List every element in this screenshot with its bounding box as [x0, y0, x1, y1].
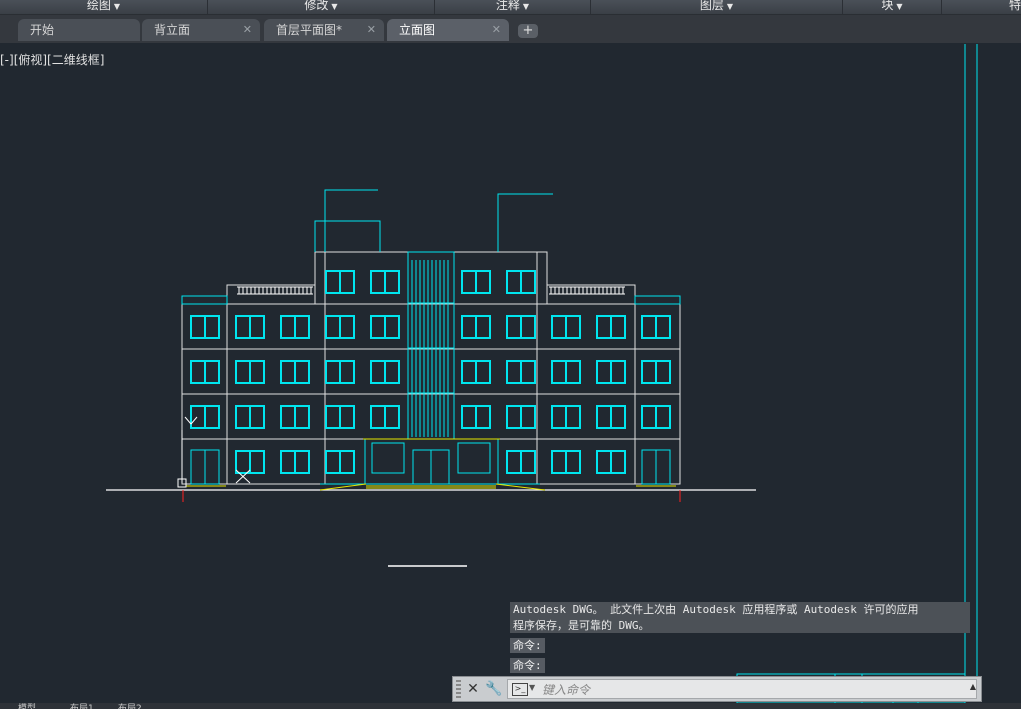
ribbon-panel-label: 块: [881, 0, 894, 12]
ribbon-panel-label: 绘图: [86, 0, 111, 12]
tab-label: 立面图: [399, 23, 436, 37]
chevron-down-icon[interactable]: ▼: [529, 683, 535, 692]
close-icon[interactable]: ✕: [463, 680, 483, 698]
baluster-group: [238, 287, 624, 294]
ribbon-panel-label: 注释: [495, 0, 520, 12]
ribbon-panel-annotate[interactable]: 注释 ▼: [435, 0, 591, 14]
ribbon-panel-block[interactable]: 块 ▼: [843, 0, 942, 14]
layout-tab-1[interactable]: 布局1: [70, 703, 94, 709]
layout-tab-2[interactable]: 布局2: [118, 703, 142, 709]
plus-icon: +: [522, 23, 534, 38]
new-tab-button[interactable]: +: [518, 24, 538, 38]
ribbon-panel-label: 修改: [304, 0, 329, 12]
tab-back-elevation[interactable]: 背立面 ✕: [142, 19, 260, 41]
command-prompt: 命令:: [510, 658, 545, 673]
close-icon[interactable]: ✕: [492, 19, 501, 41]
status-bar: [0, 703, 1021, 709]
upper-block: [314, 251, 548, 305]
ribbon-panel-bar: 绘图 ▼ 修改 ▼ 注释 ▼ 图层 ▼ 块 ▼ 特: [0, 0, 1021, 15]
file-tab-bar: 开始 背立面 ✕ 首层平面图* ✕ 立面图 ✕ +: [0, 15, 1021, 43]
scroll-up-icon[interactable]: ▲: [967, 679, 979, 695]
command-history-line: 程序保存，是可靠的 DWG。: [513, 619, 650, 632]
stair-slats: [408, 260, 454, 437]
ribbon-panel-layers[interactable]: 图层 ▼: [591, 0, 843, 14]
chevron-down-icon: ▼: [522, 2, 530, 11]
ribbon-panel-label: 特: [1008, 0, 1021, 12]
wrench-icon[interactable]: 🔧: [484, 680, 504, 698]
ribbon-panel-draw[interactable]: 绘图 ▼: [0, 0, 208, 14]
tab-ground-floor-plan[interactable]: 首层平面图* ✕: [264, 19, 384, 41]
window-group: [190, 270, 671, 474]
tab-start[interactable]: 开始: [18, 19, 140, 41]
ribbon-panel-properties[interactable]: 特: [942, 0, 1021, 14]
command-input[interactable]: >_ ▼ 键入命令: [507, 679, 977, 699]
tab-label: 背立面: [154, 23, 191, 37]
command-prompt: 命令:: [510, 638, 545, 653]
drag-handle-icon[interactable]: [456, 680, 461, 698]
chevron-down-icon: ▼: [331, 2, 338, 11]
chevron-down-icon: ▼: [113, 2, 121, 11]
stair-tower: [407, 251, 455, 440]
command-input-placeholder: 键入命令: [542, 683, 591, 697]
command-history: Autodesk DWG。 此文件上次由 Autodesk 应用程序或 Auto…: [510, 602, 970, 633]
tab-label: 开始: [30, 23, 55, 37]
close-icon[interactable]: ✕: [243, 19, 252, 41]
command-prompt-icon[interactable]: >_: [512, 683, 528, 696]
tab-elevation[interactable]: 立面图 ✕: [387, 19, 509, 41]
chevron-down-icon: ▼: [726, 2, 734, 11]
command-history-line: Autodesk DWG。 此文件上次由 Autodesk 应用程序或 Auto…: [513, 603, 919, 616]
close-icon[interactable]: ✕: [367, 19, 376, 41]
tab-label: 首层平面图*: [276, 23, 343, 37]
axis-markers: [182, 490, 681, 502]
ribbon-panel-modify[interactable]: 修改 ▼: [208, 0, 435, 14]
command-line-bar: ✕ 🔧 >_ ▼ 键入命令 ▲: [452, 676, 982, 702]
ribbon-panel-label: 图层: [699, 0, 724, 12]
chevron-down-icon: ▼: [896, 2, 903, 11]
layout-tab-model[interactable]: 模型: [18, 703, 36, 709]
